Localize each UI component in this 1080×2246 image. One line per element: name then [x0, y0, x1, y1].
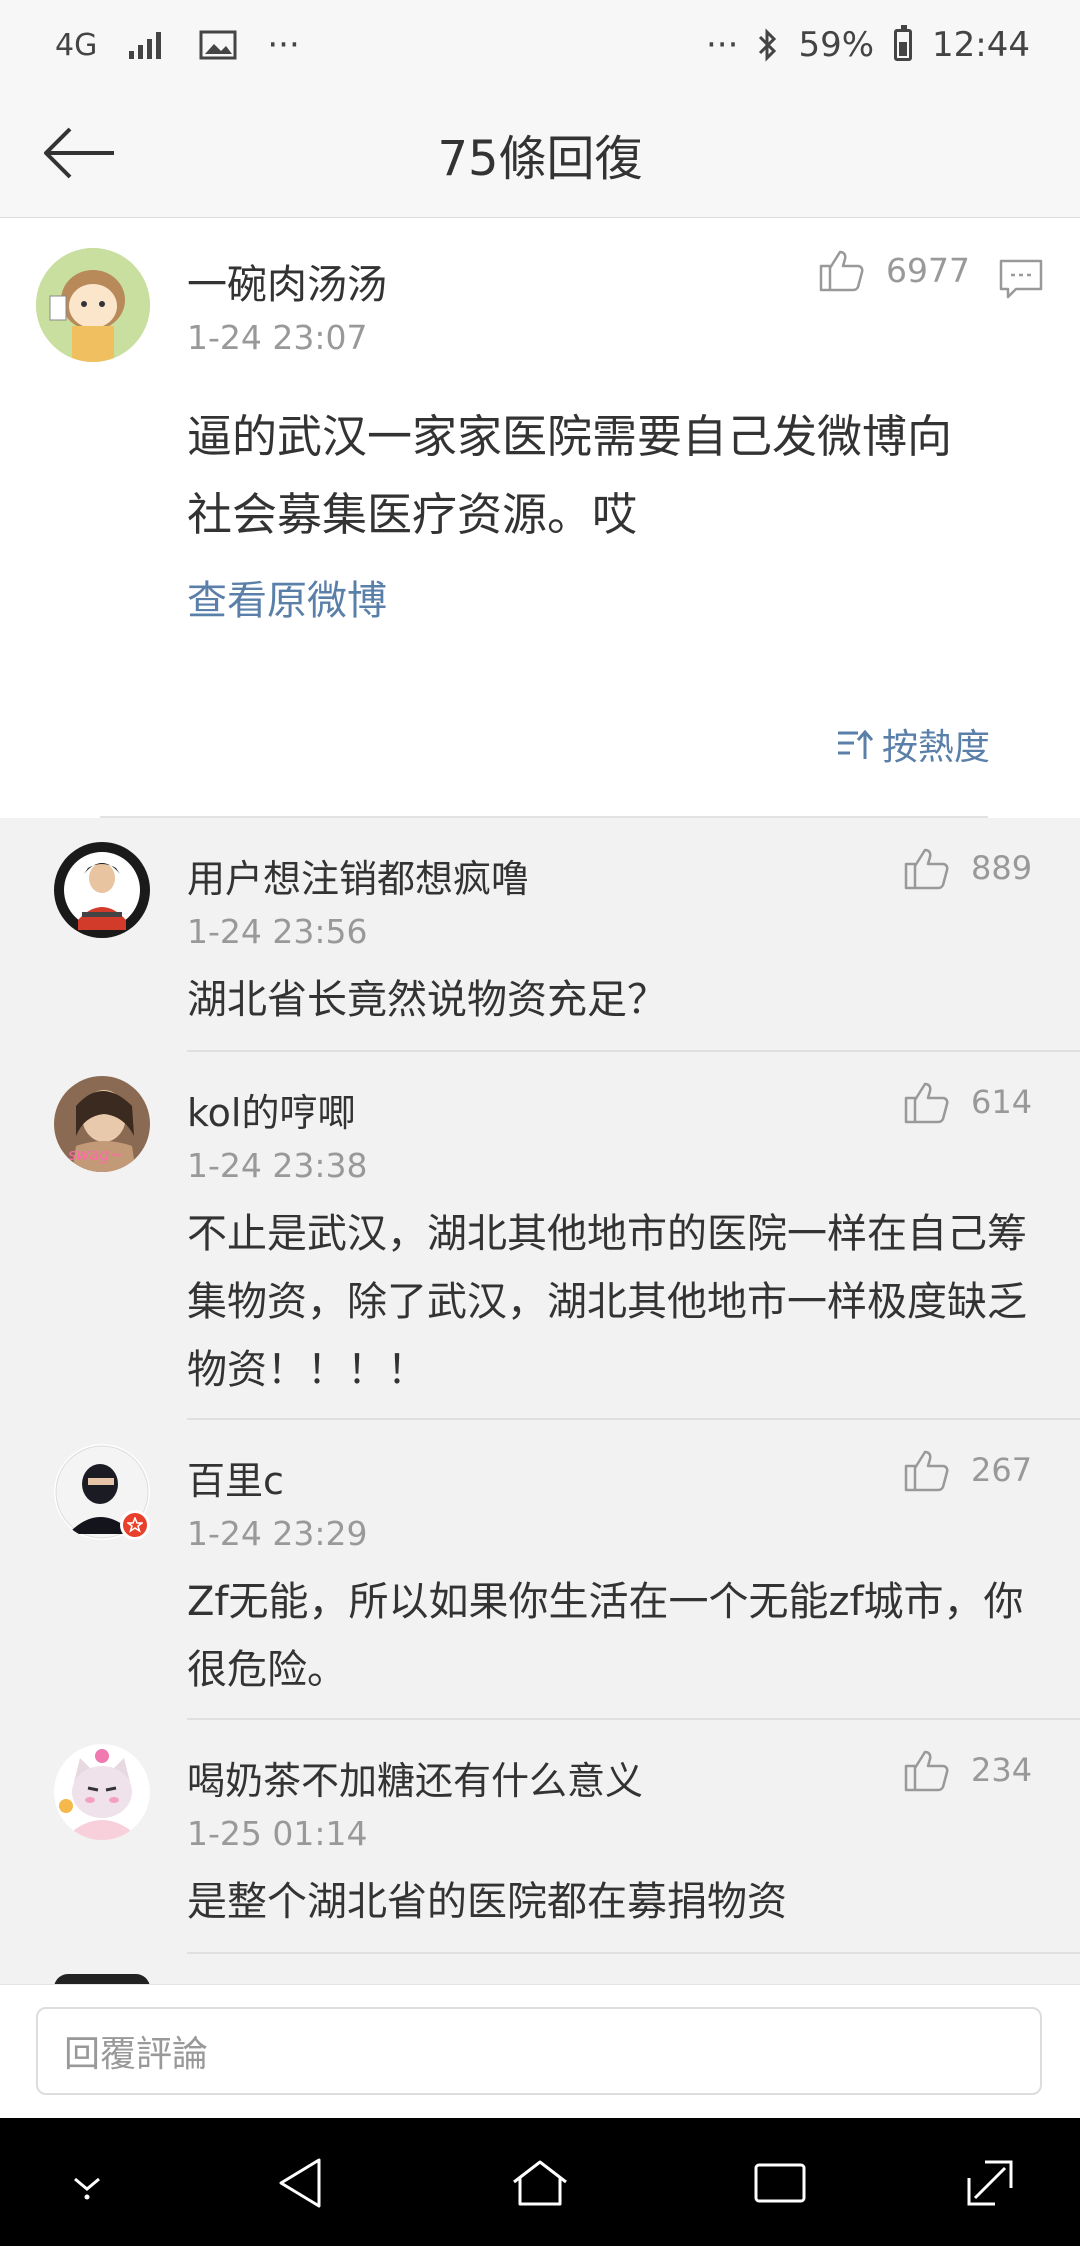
post-time: 1-24 23:07 [187, 318, 368, 357]
comment-item: swag~ kol的哼唧 1-24 23:38 614 不止是武汉，湖北其他地市… [0, 1052, 1080, 1420]
thumbs-up-icon [819, 250, 864, 292]
bluetooth-icon [756, 27, 780, 63]
comment-icon[interactable] [998, 258, 1044, 300]
comment-username[interactable]: 喝奶茶不加糖还有什么意义 [187, 1750, 643, 1805]
sort-label: 按熱度 [882, 727, 991, 768]
battery-percent: 59% [798, 25, 875, 65]
reply-bar: 回覆評論 [0, 1984, 1080, 2118]
comment-like-count: 267 [971, 1451, 1033, 1489]
comment-time: 1-25 01:14 [187, 1814, 368, 1853]
post-like-count: 6977 [886, 250, 970, 290]
chevron-down-icon [74, 2177, 100, 2200]
nav-home-button[interactable] [505, 2148, 575, 2218]
comment-like-button[interactable]: 889 [903, 846, 1032, 890]
comment-item: 百里c 1-24 23:29 267 Zf无能，所以如果你生活在一个无能zf城市… [0, 1420, 1080, 1720]
post-text: 逼的武汉一家家医院需要自己发微博向 社会募集医疗资源。哎 [187, 398, 1047, 554]
avatar[interactable] [54, 1444, 150, 1540]
nav-hide-button[interactable] [52, 2148, 122, 2218]
view-original-link[interactable]: 查看原微博 [187, 568, 387, 626]
thumbs-up-icon [904, 1750, 949, 1792]
comment-text: 是整个湖北省的医院都在募捐物资 [187, 1879, 787, 1925]
thumbs-up-icon [904, 1082, 949, 1124]
thumbs-up-icon [904, 848, 949, 890]
avatar[interactable] [36, 248, 150, 362]
post-like-button[interactable]: 6977 [818, 248, 970, 292]
network-label: 4G [55, 27, 98, 63]
signal-icon [127, 29, 169, 61]
comment-username[interactable]: 用户想注销都想疯噜 [187, 848, 529, 903]
arrow-left-icon [44, 127, 114, 179]
thumbs-up-icon [904, 1450, 949, 1492]
more-icon-right: ··· [706, 25, 739, 65]
page-title: 75條回復 [437, 130, 643, 187]
system-nav-bar [0, 2118, 1080, 2246]
image-icon [199, 29, 237, 61]
comment-username[interactable]: 百里c [187, 1450, 284, 1505]
divider [187, 1952, 1080, 1954]
avatar[interactable] [54, 842, 150, 938]
comment-like-button[interactable]: 267 [903, 1448, 1032, 1492]
comment-time: 1-24 23:29 [187, 1514, 368, 1553]
post-text-line: 社会募集医疗资源。哎 [187, 488, 638, 541]
nav-expand-button[interactable] [955, 2148, 1025, 2218]
comment-like-button[interactable]: 234 [903, 1748, 1032, 1792]
verified-badge-icon [120, 1510, 150, 1540]
recents-icon [754, 2163, 806, 2203]
battery-icon [894, 25, 913, 61]
sort-icon [838, 729, 874, 759]
avatar[interactable]: swag~ [54, 1076, 150, 1172]
avatar[interactable] [54, 1744, 150, 1840]
nav-back-button[interactable] [265, 2148, 335, 2218]
status-bar: 4G ··· ··· 59% 12:44 [0, 0, 1080, 90]
clock: 12:44 [932, 25, 1030, 65]
expand-icon [967, 2160, 1013, 2206]
home-icon [513, 2160, 567, 2206]
comment-text: 湖北省长竟然说物资充足？ [187, 977, 667, 1023]
comment-like-count: 614 [971, 1083, 1033, 1121]
comment-time: 1-24 23:56 [187, 912, 368, 951]
comment-time: 1-24 23:38 [187, 1146, 368, 1185]
comment-item: 喝奶茶不加糖还有什么意义 1-25 01:14 234 是整个湖北省的医院都在募… [0, 1720, 1080, 1954]
more-icon: ··· [267, 25, 300, 65]
avatar-sticker-text: swag~ [68, 1145, 123, 1164]
post-text-line: 逼的武汉一家家医院需要自己发微博向 [187, 410, 953, 463]
main-post: 一碗肉汤汤 1-24 23:07 6977 逼的武汉一家家医院需要自己发微博向 … [0, 218, 1080, 818]
post-username[interactable]: 一碗肉汤汤 [187, 252, 387, 310]
comment-text: Zf无能，所以如果你生活在一个无能zf城市，你很危险。 [187, 1579, 1024, 1693]
comment-text: 不止是武汉，湖北其他地市的医院一样在自己筹集物资，除了武汉，湖北其他地市一样极度… [187, 1211, 1027, 1393]
comment-username[interactable]: kol的哼唧 [187, 1082, 355, 1137]
comment-like-count: 889 [971, 849, 1033, 887]
header: 75條回復 [0, 90, 1080, 218]
comment-item: 用户想注销都想疯噜 1-24 23:56 889 湖北省长竟然说物资充足？ [0, 818, 1080, 1052]
sort-by-hot-button[interactable]: 按熱度 [836, 718, 990, 770]
comment-like-button[interactable]: 614 [903, 1080, 1032, 1124]
comment-like-count: 234 [971, 1751, 1033, 1789]
triangle-back-icon [279, 2158, 321, 2208]
back-button[interactable] [40, 118, 120, 188]
nav-recents-button[interactable] [745, 2148, 815, 2218]
reply-input[interactable]: 回覆評論 [36, 2007, 1042, 2095]
